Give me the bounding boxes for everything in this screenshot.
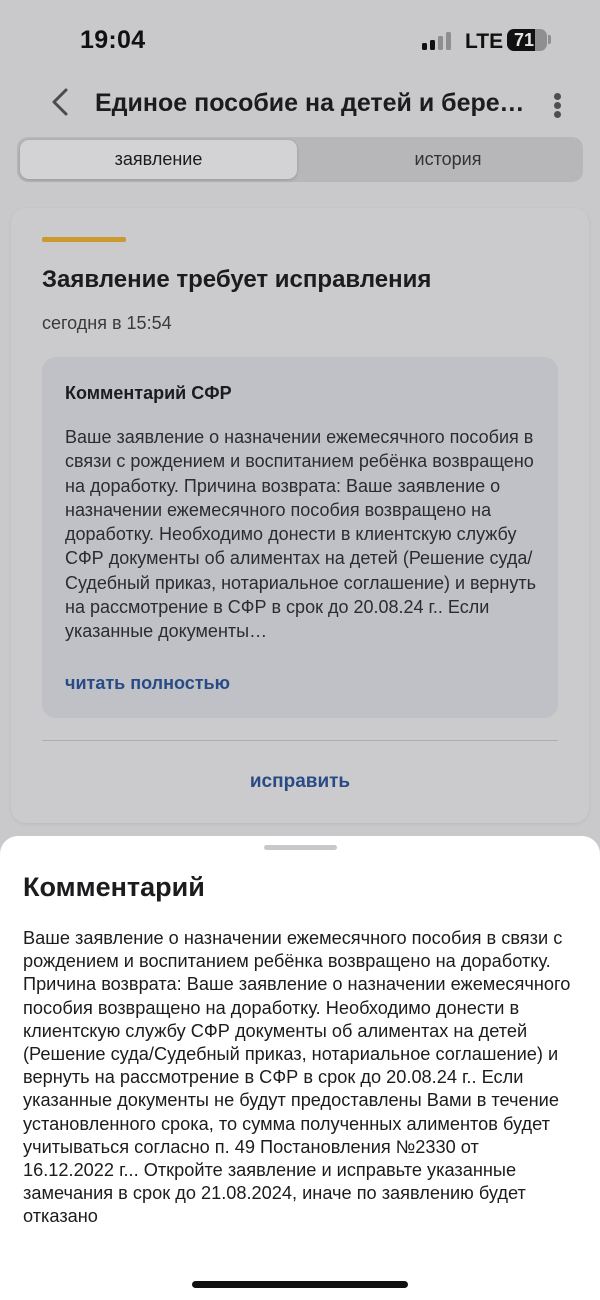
chevron-left-icon xyxy=(52,88,68,116)
application-status-card: Заявление требует исправления сегодня в … xyxy=(11,208,589,823)
sheet-grabber-handle[interactable] xyxy=(264,845,337,850)
status-bar: 19:04 LTE 71 xyxy=(0,0,600,80)
battery-cap xyxy=(548,35,551,44)
sheet-title: Комментарий xyxy=(23,872,205,902)
battery-percent: 71 xyxy=(513,30,535,50)
comment-preview-text: Ваше заявление о назначении ежемесячного… xyxy=(65,427,536,642)
divider xyxy=(42,740,558,741)
network-type: LTE xyxy=(465,30,504,53)
cellular-signal-icon xyxy=(422,32,454,50)
status-title: Заявление требует исправления xyxy=(42,266,432,293)
sheet-comment-text: Ваше заявление о назначении ежемесячного… xyxy=(23,928,571,1227)
fix-button[interactable]: исправить xyxy=(42,764,558,800)
back-button[interactable] xyxy=(44,84,80,120)
page-title: Единое пособие на детей и беременным xyxy=(95,89,525,117)
home-indicator[interactable] xyxy=(192,1281,408,1288)
read-more-link[interactable]: читать полностью xyxy=(65,673,230,694)
more-vertical-icon xyxy=(554,93,561,100)
tab-history[interactable]: история xyxy=(317,140,579,179)
status-date: сегодня в 15:54 xyxy=(42,313,172,333)
comment-heading: Комментарий СФР xyxy=(65,383,232,403)
more-options-button[interactable] xyxy=(545,88,571,122)
battery-icon: 71 xyxy=(507,29,547,51)
tab-bar: заявление история xyxy=(17,137,583,182)
status-time: 19:04 xyxy=(80,26,146,54)
tab-application[interactable]: заявление xyxy=(20,140,297,179)
sfr-comment-box: Комментарий СФР Ваше заявление о назначе… xyxy=(42,357,558,718)
comment-bottom-sheet: Комментарий Ваше заявление о назначении … xyxy=(0,836,600,1300)
status-accent-bar xyxy=(42,237,126,242)
